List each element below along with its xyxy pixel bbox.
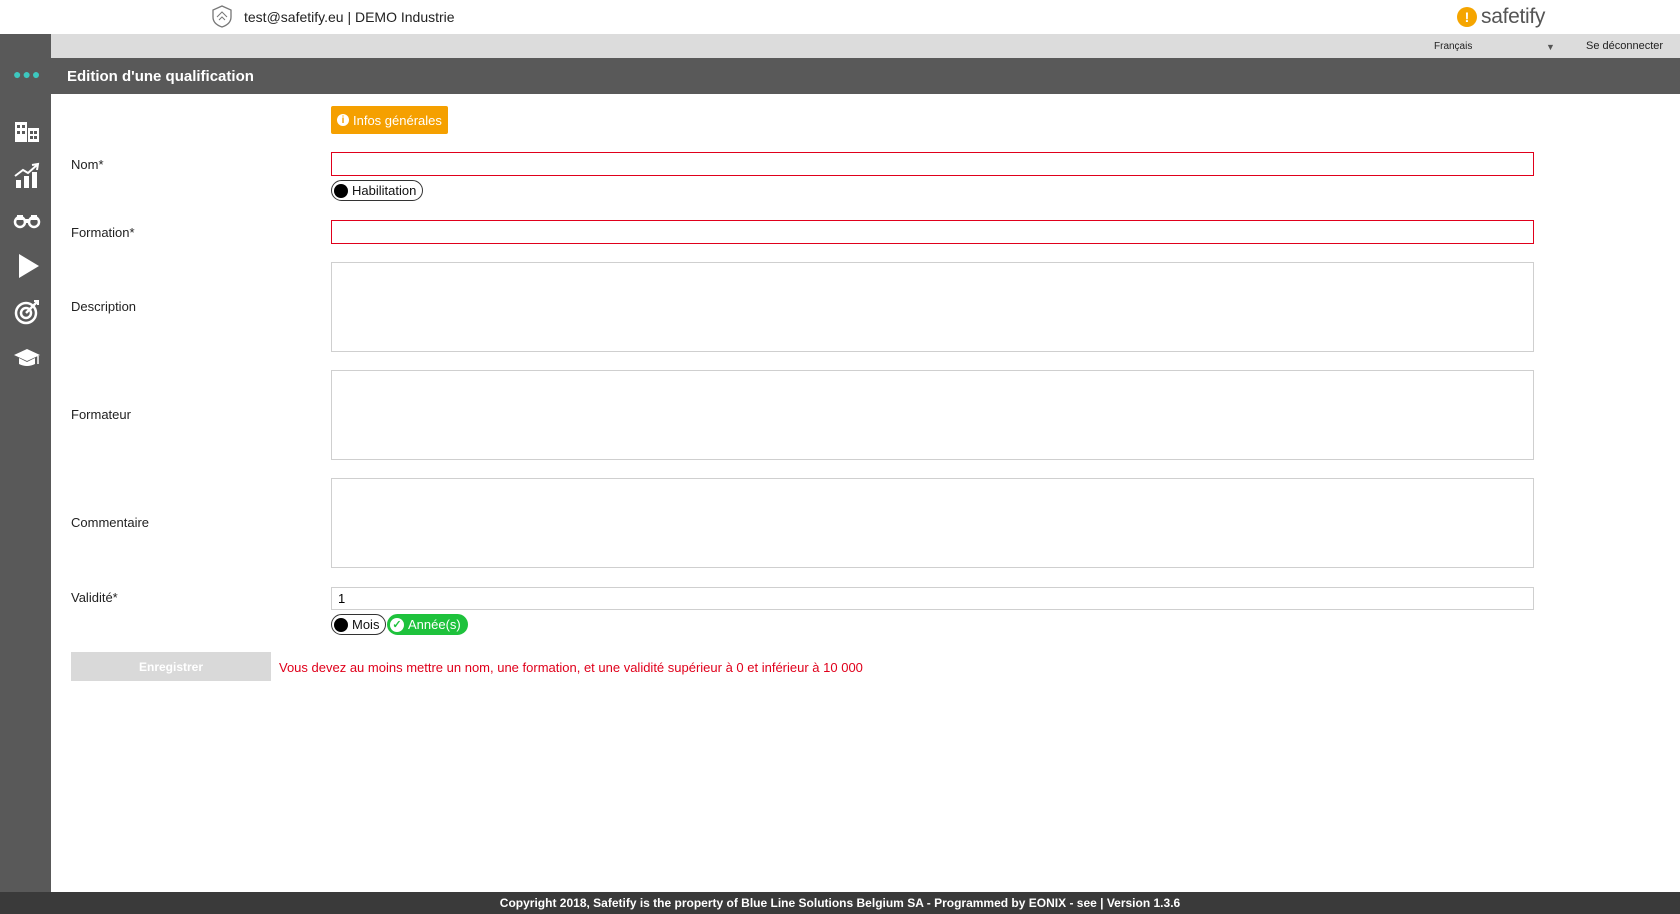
tab-label: Infos générales <box>353 112 442 128</box>
validite-input[interactable] <box>331 587 1534 610</box>
info-icon: i <box>337 114 349 126</box>
brand-mark-icon: ! <box>1457 7 1477 27</box>
language-select[interactable]: Français <box>1434 41 1472 52</box>
check-icon: ✓ <box>390 617 404 632</box>
validation-error-message: Vous devez au moins mettre un nom, une f… <box>279 660 863 675</box>
description-label: Description <box>71 299 137 314</box>
chevron-down-icon[interactable]: ▼ <box>1546 42 1555 52</box>
mois-label: Mois <box>352 617 380 632</box>
user-company-label: test@safetify.eu | DEMO Industrie <box>244 9 455 25</box>
sidebar: ●●● <box>0 34 51 892</box>
logout-link[interactable]: Se déconnecter <box>1586 40 1663 52</box>
shield-logo-icon <box>212 5 232 28</box>
brand-logo: ! safetify <box>1457 4 1545 30</box>
nom-label: Nom* <box>71 157 104 172</box>
menu-dots-icon[interactable]: ●●● <box>13 66 41 82</box>
save-button[interactable]: Enregistrer <box>71 652 271 681</box>
target-icon[interactable] <box>13 298 41 326</box>
footer-copyright: Copyright 2018, Safetify is the property… <box>499 896 1181 910</box>
habilitation-toggle[interactable]: Habilitation <box>331 180 424 201</box>
description-textarea[interactable] <box>331 262 1534 352</box>
footer: Copyright 2018, Safetify is the property… <box>0 892 1680 914</box>
mois-toggle[interactable]: Mois <box>331 614 387 635</box>
toggle-knob <box>334 617 348 632</box>
toggle-knob <box>334 183 348 198</box>
top-bar: test@safetify.eu | DEMO Industrie ! safe… <box>0 0 1680 34</box>
validite-label: Validité* <box>71 590 118 605</box>
nom-input[interactable] <box>331 152 1534 176</box>
page-title: Edition d'une qualification <box>67 68 254 85</box>
buildings-icon[interactable] <box>13 116 41 144</box>
annees-label: Année(s) <box>408 617 461 632</box>
sub-bar: Français ▼ Se déconnecter <box>51 34 1680 58</box>
formateur-textarea[interactable] <box>331 370 1534 460</box>
commentaire-textarea[interactable] <box>331 478 1534 568</box>
graduation-cap-icon[interactable] <box>13 344 41 372</box>
title-bar: Edition d'une qualification <box>51 58 1680 94</box>
play-icon[interactable] <box>13 252 41 280</box>
chart-up-icon[interactable] <box>13 162 41 190</box>
tab-infos-generales[interactable]: i Infos générales <box>331 106 448 134</box>
brand-name: safetify <box>1481 5 1546 28</box>
formateur-label: Formateur <box>71 407 131 422</box>
habilitation-label: Habilitation <box>352 183 417 198</box>
annees-toggle[interactable]: ✓ Année(s) <box>387 614 468 635</box>
formation-label: Formation* <box>71 225 135 240</box>
binoculars-icon[interactable] <box>13 206 41 234</box>
formation-input[interactable] <box>331 220 1534 244</box>
commentaire-label: Commentaire <box>71 515 150 530</box>
